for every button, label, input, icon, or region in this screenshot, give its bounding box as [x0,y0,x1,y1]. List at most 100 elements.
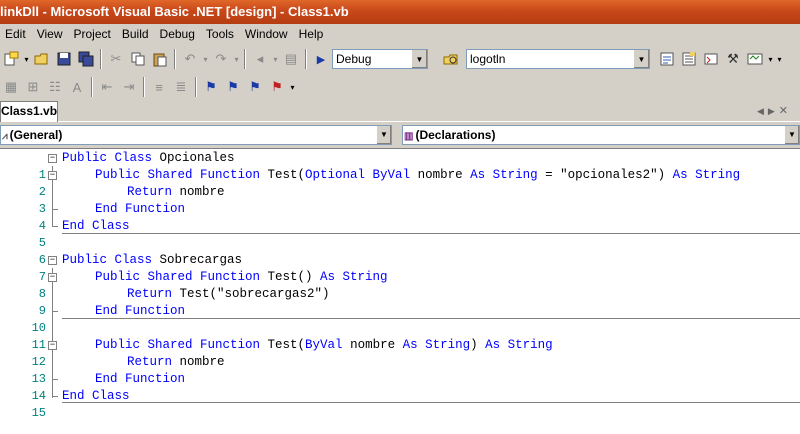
line-number: 15 [31,406,46,420]
class-name-select[interactable]: ⩘ (General) ▼ [0,125,392,145]
toggle-bookmark-icon[interactable]: ⚑ [200,76,222,98]
object-browser-icon[interactable] [700,48,722,70]
chevron-down-icon[interactable]: ▼ [376,126,391,144]
menu-view[interactable]: View [32,24,69,44]
properties-icon[interactable] [678,48,700,70]
method-name-select[interactable]: ▥ (Declarations) ▼ [402,125,800,145]
collapse-icon[interactable]: − [48,171,57,180]
menu-help[interactable]: Help [294,24,330,44]
menu-debug[interactable]: Debug [155,24,201,44]
save-icon[interactable] [53,48,75,70]
start-debug-icon[interactable]: ▶ [310,48,332,70]
menu-edit[interactable]: Edit [0,24,32,44]
chevron-down-icon[interactable]: ▾ [22,48,31,70]
code-line: 9 Return Test("sobrecargas2") [0,286,800,318]
scroll-left-icon[interactable]: ◀ [757,106,768,116]
menu-build[interactable]: Build [117,24,155,44]
collapse-icon[interactable]: − [48,154,57,163]
word-complete-icon[interactable]: A [66,76,88,98]
clear-bookmarks-icon[interactable]: ⚑ [266,76,288,98]
code-text: End Function [95,371,185,388]
next-bookmark-icon[interactable]: ⚑ [222,76,244,98]
redo-icon[interactable]: ↷ [210,48,232,70]
cut-icon[interactable]: ✂ [105,48,127,70]
copy-icon[interactable] [127,48,149,70]
window-title: linkDll - Microsoft Visual Basic .NET [d… [0,4,349,19]
code-token: nombre [172,185,225,199]
open-folder-icon[interactable] [31,48,53,70]
chevron-down-icon[interactable]: ▼ [784,126,799,144]
standard-toolbar: ▾ ✂ ↶ ▾ ↷ ▾ ◂ ▾ ▤ ▶ Debug ▼ logotln ▼ ⚒ … [0,46,800,72]
collapse-icon[interactable]: − [48,256,57,265]
code-token: Sobrecargas [152,253,243,267]
code-text: Public Class Opcionales [62,150,235,167]
tab-scroll-buttons[interactable]: ◀▶✕ [757,104,792,117]
keyword: End Class [62,219,130,233]
paste-icon[interactable] [149,48,171,70]
menu-tools[interactable]: Tools [201,24,240,44]
document-tab-strip: Class1.vb ◀▶✕ [0,100,800,122]
chevron-down-icon[interactable]: ▾ [766,48,775,70]
uncomment-icon[interactable]: ≣ [170,76,192,98]
code-line: 8 − Public Shared Function Test() As Str… [0,269,800,301]
menu-window[interactable]: Window [240,24,294,44]
code-line: 2 − Public Shared Function Test(Optional… [0,167,800,199]
code-text: End Function [95,303,185,320]
comment-out-icon[interactable]: ≡ [148,76,170,98]
chevron-down-icon[interactable]: ▾ [271,48,280,70]
chevron-down-icon[interactable]: ▼ [411,50,427,68]
previous-bookmark-icon[interactable]: ⚑ [244,76,266,98]
chevron-down-icon[interactable]: ▾ [288,76,297,98]
fold-end-marker [52,218,58,227]
navigate-back-icon[interactable]: ◂ [249,48,271,70]
undo-icon[interactable]: ↶ [179,48,201,70]
code-token: Test() [260,270,321,284]
increase-indent-icon[interactable]: ⇥ [118,76,140,98]
keyword: Public Shared Function [95,168,261,182]
code-line: 1 − Public Class Opcionales [0,150,800,182]
code-editor[interactable]: 1 − Public Class Opcionales 2 − Public S… [0,148,800,434]
keyword: As String [485,338,553,352]
keyword: Return [127,287,173,301]
code-line: 4 End Function [0,201,800,233]
keyword: As String [672,168,741,182]
declarations-icon: ▥ [404,131,414,142]
text-editor-toolbar: ▦ ⊞ ☷ A ⇤ ⇥ ≡ ≣ ⚑ ⚑ ⚑ ⚑ ▾ [0,74,800,100]
find-combo[interactable]: logotln ▼ [466,49,650,69]
code-token: Opcionales [152,151,235,165]
collapse-icon[interactable]: − [48,273,57,282]
class-view-icon[interactable] [744,48,766,70]
chevron-down-icon[interactable]: ▾ [232,48,241,70]
toolbox-icon[interactable]: ⚒ [722,48,744,70]
close-icon[interactable]: ✕ [779,105,792,117]
solution-explorer-icon[interactable] [656,48,678,70]
object-members-icon[interactable]: ▦ [0,76,22,98]
navigate-forward-icon[interactable]: ▤ [280,48,302,70]
code-token: = "opcionales2") [537,168,673,182]
window-title-bar[interactable]: linkDll - Microsoft Visual Basic .NET [d… [0,0,800,24]
decrease-indent-icon[interactable]: ⇤ [96,76,118,98]
chevron-down-icon[interactable]: ▾ [201,48,210,70]
keyword: Return [127,185,173,199]
toolbar-overflow-icon[interactable]: ▾ [775,48,784,70]
chevron-down-icon[interactable]: ▼ [633,50,649,68]
code-line: 7 − Public Class Sobrecargas [0,252,800,284]
collapse-icon[interactable]: − [48,341,57,350]
quick-info-icon[interactable]: ☷ [44,76,66,98]
find-in-files-icon[interactable] [440,48,462,70]
code-text: Public Shared Function Test(Optional ByV… [95,167,740,184]
menu-project[interactable]: Project [68,24,116,44]
new-project-icon[interactable] [0,48,22,70]
tab-class1[interactable]: Class1.vb [0,101,58,122]
fold-end-marker [52,201,58,210]
scroll-right-icon[interactable]: ▶ [768,106,779,116]
toolbar-separator [91,77,93,97]
save-all-icon[interactable] [75,48,97,70]
code-text: End Function [95,201,185,218]
solution-config-select[interactable]: Debug ▼ [332,49,428,69]
code-token: nombre [172,355,225,369]
fold-end-marker [52,303,58,312]
code-line: 11 [0,320,800,352]
code-text: Return nombre [127,184,225,201]
parameter-info-icon[interactable]: ⊞ [22,76,44,98]
